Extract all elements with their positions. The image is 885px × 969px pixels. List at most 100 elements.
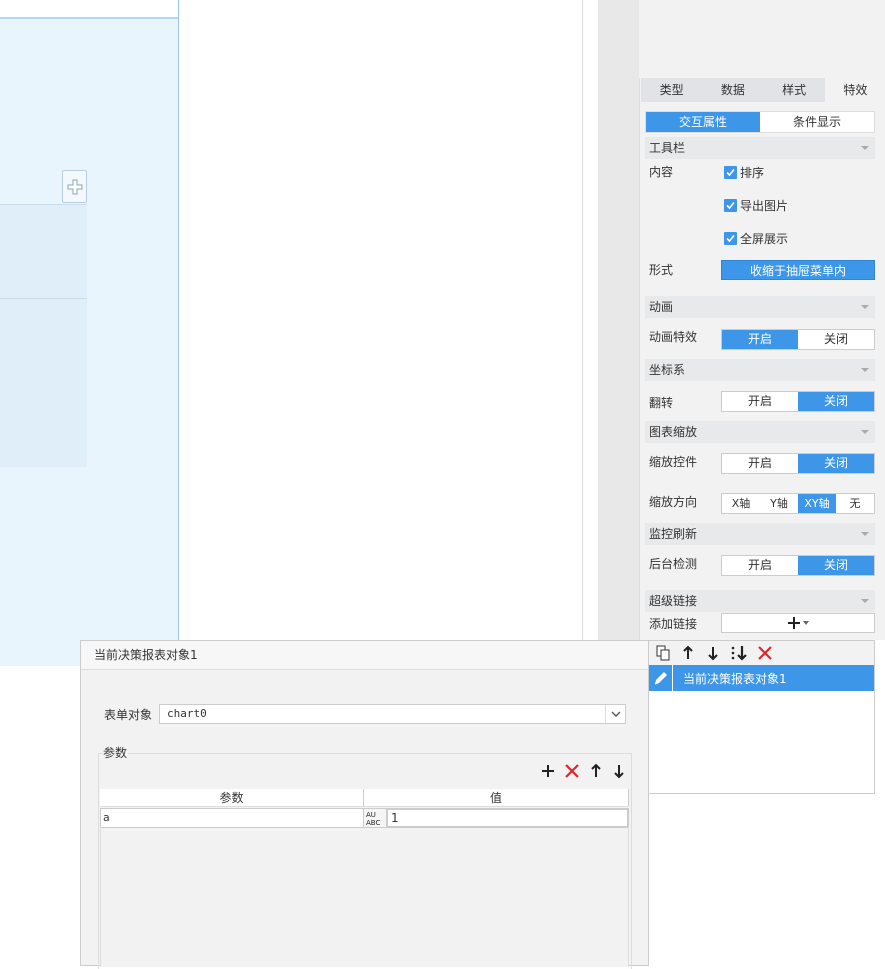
editor-title: 当前决策报表对象1 xyxy=(81,641,648,670)
section-title: 超级链接 xyxy=(649,594,698,608)
add-link-label: 添加链接 xyxy=(649,617,698,631)
toolbar-form-select[interactable]: 收缩于抽屉菜单内 xyxy=(721,260,875,280)
widget-divider xyxy=(0,204,87,205)
chevron-down-icon xyxy=(861,532,869,536)
background-detect-toggle: 开启 关闭 xyxy=(721,555,875,576)
hyperlink-list-toolbar xyxy=(649,641,874,665)
delete-param-icon[interactable] xyxy=(564,763,580,779)
plus-icon xyxy=(788,617,800,629)
chevron-down-icon xyxy=(861,368,869,372)
edit-icon[interactable] xyxy=(649,665,673,691)
background-detect-label: 后台检测 xyxy=(649,557,698,571)
zoom-control-toggle: 开启 关闭 xyxy=(721,453,875,474)
chart-widget[interactable] xyxy=(0,204,87,467)
chevron-down-icon xyxy=(861,146,869,150)
params-group-label: 参数 xyxy=(102,745,129,761)
animation-section-header[interactable]: 动画 xyxy=(645,296,875,318)
content-label: 内容 xyxy=(649,165,674,179)
form-object-value: chart0 xyxy=(167,707,207,720)
param-toolbar xyxy=(541,763,626,779)
check-icon xyxy=(724,165,737,179)
form-object-label: 表单对象 xyxy=(104,708,153,722)
move-up-icon[interactable] xyxy=(589,763,603,779)
section-title: 图表缩放 xyxy=(649,425,698,439)
table-row: a AU ABC 1 xyxy=(100,808,629,828)
section-title: 动画 xyxy=(649,300,674,314)
detect-on-option[interactable]: 开启 xyxy=(722,556,798,575)
param-column-header: 参数 xyxy=(100,789,364,806)
value-column-header: 值 xyxy=(364,789,629,806)
chevron-down-icon xyxy=(861,599,869,603)
section-title: 工具栏 xyxy=(649,141,686,155)
value-type-selector[interactable]: AU ABC xyxy=(364,808,386,828)
add-widget-handle[interactable] xyxy=(62,170,87,203)
panel-top-blank xyxy=(639,0,885,78)
animation-off-option[interactable]: 关闭 xyxy=(798,330,874,349)
subtab-conditional-display[interactable]: 条件显示 xyxy=(760,112,874,132)
check-icon xyxy=(724,198,737,212)
checkbox-label: 全屏展示 xyxy=(740,231,789,246)
tab-style[interactable]: 样式 xyxy=(764,78,825,102)
zoom-control-on-option[interactable]: 开启 xyxy=(722,454,798,473)
delete-icon[interactable] xyxy=(757,645,773,661)
move-up-icon[interactable] xyxy=(680,645,696,661)
param-name-cell[interactable]: a xyxy=(100,808,364,828)
export-image-checkbox[interactable]: 导出图片 xyxy=(724,197,788,213)
chevron-down-icon xyxy=(861,430,869,434)
canvas-top-strip xyxy=(0,0,178,19)
animation-toggle: 开启 关闭 xyxy=(721,329,875,350)
table-border xyxy=(100,827,101,967)
add-link-button[interactable] xyxy=(721,613,875,633)
section-title: 坐标系 xyxy=(649,363,686,377)
zoom-control-off-option[interactable]: 关闭 xyxy=(798,454,874,473)
scroll-gutter[interactable] xyxy=(598,0,639,640)
plus-outline-icon xyxy=(67,179,82,194)
section-title: 监控刷新 xyxy=(649,527,698,541)
zoom-control-label: 缩放控件 xyxy=(649,455,698,469)
form-object-select[interactable]: chart0 xyxy=(159,704,626,724)
checkbox-label: 导出图片 xyxy=(740,198,789,213)
params-table: 参数 值 a AU ABC 1 xyxy=(100,789,629,967)
flip-toggle: 开启 关闭 xyxy=(721,391,875,412)
tab-effects[interactable]: 特效 xyxy=(824,78,885,102)
panel-blank-area xyxy=(648,794,885,966)
param-value-cell[interactable]: 1 xyxy=(386,808,629,828)
hyperlink-item-label: 当前决策报表对象1 xyxy=(683,671,787,686)
copy-icon[interactable] xyxy=(655,645,671,661)
table-border xyxy=(628,827,629,967)
zoom-x-option[interactable]: X轴 xyxy=(722,494,760,513)
chevron-down-icon xyxy=(861,305,869,309)
flip-off-option[interactable]: 关闭 xyxy=(798,392,874,411)
coord-section-header[interactable]: 坐标系 xyxy=(645,359,875,381)
animation-on-option[interactable]: 开启 xyxy=(722,330,798,349)
fullscreen-checkbox[interactable]: 全屏展示 xyxy=(724,230,788,246)
subtab-interaction[interactable]: 交互属性 xyxy=(646,112,760,132)
move-down-icon[interactable] xyxy=(705,645,721,661)
toolbar-section-header[interactable]: 工具栏 xyxy=(645,137,875,159)
canvas-body[interactable] xyxy=(180,0,583,640)
detect-off-option[interactable]: 关闭 xyxy=(798,556,874,575)
zoom-section-header[interactable]: 图表缩放 xyxy=(645,421,875,443)
zoom-none-option[interactable]: 无 xyxy=(836,494,874,513)
tab-type[interactable]: 类型 xyxy=(641,78,702,102)
zoom-y-option[interactable]: Y轴 xyxy=(760,494,798,513)
zoom-direction-toggle: X轴 Y轴 XY轴 无 xyxy=(721,493,875,514)
flip-label: 翻转 xyxy=(649,396,674,410)
effect-subtabs: 交互属性 条件显示 xyxy=(645,111,875,133)
zoom-xy-option[interactable]: XY轴 xyxy=(798,494,836,513)
monitor-section-header[interactable]: 监控刷新 xyxy=(645,523,875,545)
hyperlink-section-header[interactable]: 超级链接 xyxy=(645,590,875,612)
checkbox-label: 排序 xyxy=(740,165,765,180)
hyperlink-list-item[interactable]: 当前决策报表对象1 xyxy=(649,665,874,691)
flip-on-option[interactable]: 开启 xyxy=(722,392,798,411)
property-panel: 类型 数据 样式 特效 交互属性 条件显示 工具栏 内容 排序 导出图片 全屏展… xyxy=(639,78,885,640)
dropdown-arrow-icon xyxy=(803,621,809,625)
tab-data[interactable]: 数据 xyxy=(702,78,763,102)
check-icon xyxy=(724,231,737,245)
table-header: 参数 值 xyxy=(100,789,629,807)
add-param-icon[interactable] xyxy=(541,764,555,778)
chevron-down-icon[interactable] xyxy=(605,705,625,723)
move-bottom-icon[interactable] xyxy=(730,645,748,661)
move-down-icon[interactable] xyxy=(612,763,626,779)
sort-checkbox[interactable]: 排序 xyxy=(724,164,764,180)
